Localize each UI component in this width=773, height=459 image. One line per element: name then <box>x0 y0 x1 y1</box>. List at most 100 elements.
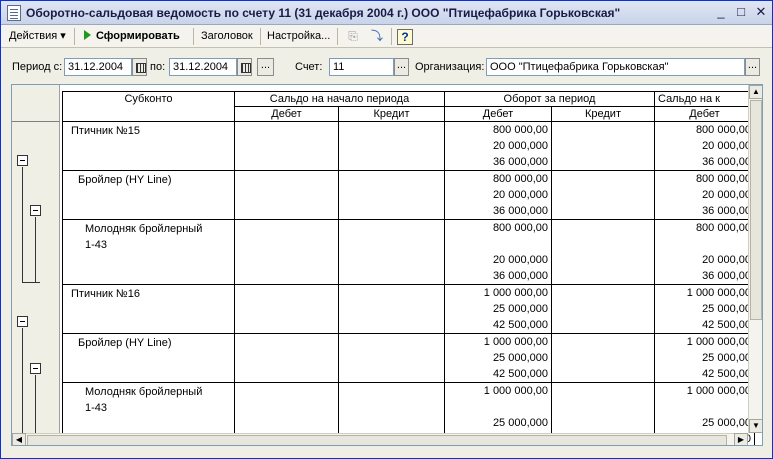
amount: 25 000,00 <box>702 417 751 429</box>
column-header-debit: Дебет <box>444 106 552 122</box>
scroll-thumb[interactable] <box>750 100 762 320</box>
column-header-subkonto: Субконто <box>62 91 235 122</box>
amount: 1 000 000,00 <box>686 287 751 299</box>
actions-menu[interactable]: Действия ▾ <box>6 28 69 45</box>
account-select-button[interactable]: ... <box>394 58 409 76</box>
refresh-icon[interactable]: ⤵ <box>368 28 386 45</box>
minimize-button[interactable]: _ <box>712 4 730 21</box>
opening-debit-cell <box>234 284 339 334</box>
turnover-debit-cell: 800 000,00 20 000,000 36 000,000 <box>444 170 552 220</box>
amount: 800 000,00 <box>695 173 751 185</box>
amount: 36 000,00 <box>702 156 751 168</box>
calendar-icon[interactable] <box>132 58 147 76</box>
filter-bar: Период с: 31.12.2004 по: 31.12.2004 ... … <box>1 48 772 84</box>
turnover-credit-cell <box>551 170 655 220</box>
tree-line <box>35 217 36 282</box>
scroll-thumb[interactable] <box>27 435 727 445</box>
column-header-closing: Сальдо на к <box>654 91 755 107</box>
table-row[interactable]: Бройлер (HY Line) 1 000 000,00 25 000,000 4… <box>62 333 755 383</box>
turnover-debit-cell: 1 000 000,00 25 000,000 42 500,000 <box>444 284 552 334</box>
toolbar-separator <box>391 28 392 45</box>
opening-credit-cell <box>338 284 445 334</box>
subkonto-name: Птичник №15 <box>71 125 140 137</box>
collapse-icon[interactable] <box>17 155 28 166</box>
collapse-icon[interactable] <box>30 205 41 216</box>
tree-line <box>35 375 36 433</box>
period-from-label: Период с: <box>12 61 63 73</box>
scroll-right-button[interactable]: ▶ <box>734 433 748 445</box>
amount: 36 000,000 <box>492 205 548 217</box>
amount <box>658 399 751 415</box>
maximize-button[interactable]: □ <box>732 4 750 21</box>
header-button[interactable]: Заголовок <box>198 28 256 45</box>
generate-button[interactable]: Сформировать <box>81 28 183 45</box>
amount: 1 000 000,00 <box>483 287 548 299</box>
subkonto-cell: Бройлер (HY Line) <box>62 170 235 220</box>
period-from-input[interactable]: 31.12.2004 <box>64 58 132 76</box>
amount: 20 000,000 <box>492 254 548 266</box>
opening-credit-cell <box>338 170 445 220</box>
vertical-scrollbar[interactable]: ▲ ▼ <box>748 85 762 433</box>
turnover-debit-cell: 800 000,00 20 000,000 36 000,000 <box>444 219 552 285</box>
opening-credit-cell <box>338 333 445 383</box>
amount: 20 000,00 <box>702 254 751 266</box>
collapse-icon[interactable] <box>17 316 28 327</box>
chevron-down-icon: ▾ <box>60 30 66 42</box>
help-icon[interactable]: ? <box>397 29 413 45</box>
period-to-input[interactable]: 31.12.2004 <box>169 58 237 76</box>
amount: 25 000,000 <box>492 303 548 315</box>
opening-debit-cell <box>234 170 339 220</box>
settings-button[interactable]: Настройка... <box>264 28 333 45</box>
opening-debit-cell <box>234 333 339 383</box>
subkonto-name: Бройлер (HY Line) <box>78 174 172 186</box>
scroll-down-button[interactable]: ▼ <box>749 419 762 433</box>
amount: 1 000 000,00 <box>483 385 548 397</box>
tree-line <box>22 282 40 283</box>
amount: 800 000,00 <box>695 124 751 136</box>
document-icon <box>7 5 21 21</box>
subkonto-cell: Птичник №15 <box>62 121 235 171</box>
table-row[interactable]: Птичник №16 1 000 000,00 25 000,000 42 500,… <box>62 284 755 334</box>
table-row[interactable]: Молодняк бройлерный 1-43 800 000,00 20 000… <box>62 219 755 285</box>
table-row[interactable]: Птичник №15 800 000,00 20 000,000 36 000,00… <box>62 121 755 171</box>
period-select-button[interactable]: ... <box>257 58 274 76</box>
column-header-turnover: Оборот за период <box>444 91 655 107</box>
toolbar: Действия ▾ Сформировать Заголовок Настро… <box>1 25 772 48</box>
opening-credit-cell <box>338 121 445 171</box>
title-bar[interactable]: Оборотно-сальдовая ведомость по счету 11… <box>1 1 772 25</box>
amount: 1 000 000,00 <box>686 385 751 397</box>
scroll-left-button[interactable]: ◀ <box>12 433 26 445</box>
turnover-debit-cell: 1 000 000,00 25 000,000 42 500,000 <box>444 333 552 383</box>
subkonto-cell: Молодняк бройлерный 1-43 <box>62 219 235 285</box>
amount: 800 000,00 <box>492 124 548 136</box>
tree-line <box>22 328 23 433</box>
column-header-credit: Кредит <box>551 106 655 122</box>
turnover-credit-cell <box>551 219 655 285</box>
account-input[interactable]: 11 <box>329 58 394 76</box>
subkonto-name: Бройлер (HY Line) <box>78 337 172 349</box>
close-button[interactable]: ✕ <box>752 4 770 21</box>
amount: 20 000,00 <box>702 189 751 201</box>
column-header-debit: Дебет <box>234 106 339 122</box>
window-title: Оборотно-сальдовая ведомость по счету 11… <box>26 6 621 20</box>
collapse-icon[interactable] <box>30 363 41 374</box>
closing-debit-cell: 800 000,00 20 000,00 36 000,00 <box>654 121 755 171</box>
amount: 42 500,00 <box>702 319 751 331</box>
horizontal-scrollbar[interactable]: ◀ ▶ <box>12 433 748 445</box>
report-grid[interactable]: Субконто Сальдо на начало периода Оборот… <box>11 84 763 446</box>
organization-input[interactable]: ООО "Птицефабрика Горьковская" <box>486 58 745 76</box>
amount: 800 000,00 <box>492 222 548 234</box>
amount: 36 000,00 <box>702 205 751 217</box>
organization-select-button[interactable]: ... <box>745 58 760 76</box>
amount: 36 000,000 <box>492 156 548 168</box>
amount: 36 000,00 <box>702 270 751 282</box>
toolbar-separator <box>337 28 338 45</box>
amount: 25 000,00 <box>702 352 751 364</box>
scroll-up-button[interactable]: ▲ <box>749 85 762 99</box>
table-row[interactable]: Бройлер (HY Line) 800 000,00 20 000,000 36 … <box>62 170 755 220</box>
generate-label: Сформировать <box>96 30 180 42</box>
closing-debit-cell: 1 000 000,00 25 000,00 42 500,00 <box>654 333 755 383</box>
copy-icon[interactable]: ⎘ <box>344 28 362 45</box>
amount: 36 000,000 <box>492 270 548 282</box>
calendar-icon[interactable] <box>237 58 252 76</box>
